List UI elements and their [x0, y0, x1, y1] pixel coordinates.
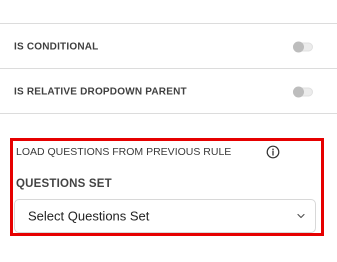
- toggle-knob: [293, 41, 304, 53]
- questions-set-selected-value: Select Questions Set: [28, 208, 150, 224]
- divider: [0, 68, 337, 69]
- divider: [0, 23, 337, 24]
- is-conditional-toggle[interactable]: [293, 41, 313, 53]
- rule-settings-panel: IS CONDITIONAL IS RELATIVE DROPDOWN PARE…: [0, 0, 337, 262]
- is-conditional-label: IS CONDITIONAL: [14, 41, 99, 53]
- is-relative-dropdown-parent-label: IS RELATIVE DROPDOWN PARENT: [14, 86, 187, 98]
- is-relative-dropdown-parent-toggle[interactable]: [293, 86, 313, 98]
- is-relative-dropdown-parent-row: IS RELATIVE DROPDOWN PARENT: [0, 70, 337, 114]
- info-circle-icon[interactable]: [266, 145, 280, 159]
- chevron-down-icon: [297, 213, 305, 219]
- is-conditional-row: IS CONDITIONAL: [0, 25, 337, 69]
- load-questions-from-previous-rule-label: LOAD QUESTIONS FROM PREVIOUS RULE: [16, 146, 232, 158]
- divider: [0, 113, 337, 114]
- toggle-knob: [293, 86, 304, 98]
- questions-set-label: QUESTIONS SET: [16, 178, 112, 190]
- questions-set-select[interactable]: Select Questions Set: [14, 199, 316, 233]
